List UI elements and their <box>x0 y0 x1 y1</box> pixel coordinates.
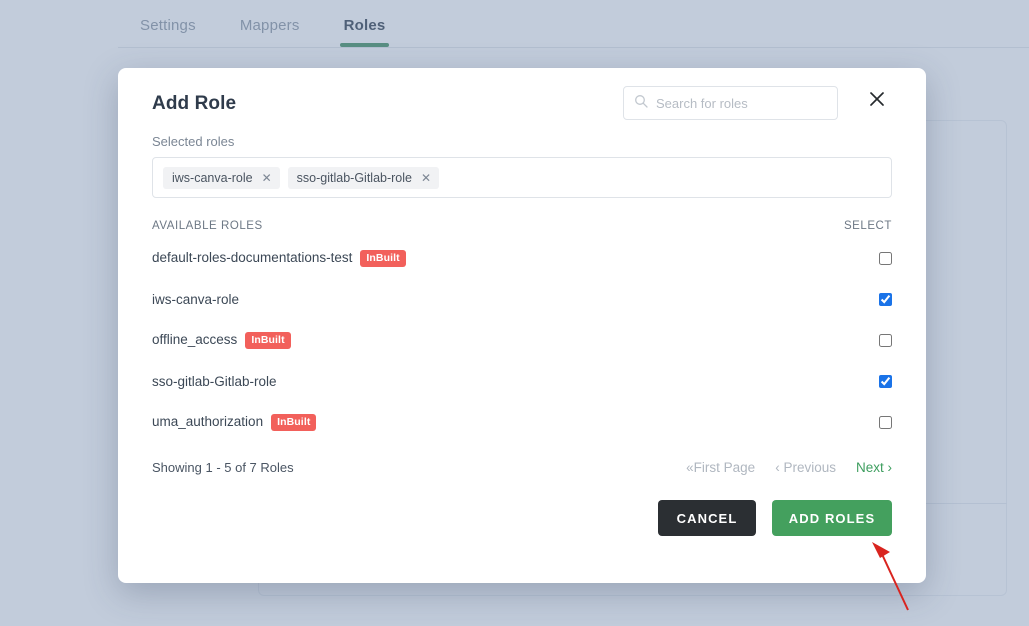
previous-page-button[interactable]: ‹ Previous <box>775 460 836 475</box>
first-page-label: First Page <box>693 460 756 475</box>
column-available-roles: AVAILABLE ROLES <box>152 220 263 232</box>
role-name: offline_access InBuilt <box>152 332 291 349</box>
available-roles-list: default-roles-documentations-test InBuilt… <box>152 238 892 443</box>
search-icon <box>634 94 648 113</box>
role-checkbox[interactable] <box>879 416 892 429</box>
first-page-button[interactable]: «First Page <box>686 460 755 475</box>
chip-label: iws-canva-role <box>172 170 253 185</box>
add-roles-button[interactable]: ADD ROLES <box>772 500 892 536</box>
table-row[interactable]: sso-gitlab-Gitlab-role <box>152 361 892 402</box>
table-header: AVAILABLE ROLES SELECT <box>152 220 892 232</box>
chip-remove-icon[interactable]: ✕ <box>262 172 272 184</box>
chevron-right-icon: › <box>883 460 893 475</box>
role-label: sso-gitlab-Gitlab-role <box>152 374 277 389</box>
role-name: default-roles-documentations-test InBuilt <box>152 250 406 267</box>
dialog-header: Add Role <box>152 68 892 140</box>
inbuilt-badge: InBuilt <box>360 250 406 267</box>
selected-role-chip[interactable]: iws-canva-role ✕ <box>163 166 280 189</box>
role-name: sso-gitlab-Gitlab-role <box>152 374 277 389</box>
role-label: iws-canva-role <box>152 292 240 307</box>
next-page-button[interactable]: Next › <box>856 460 892 475</box>
table-row[interactable]: default-roles-documentations-test InBuilt <box>152 238 892 279</box>
search-input[interactable] <box>656 95 832 111</box>
dialog-title: Add Role <box>152 93 237 114</box>
inbuilt-badge: InBuilt <box>271 414 317 431</box>
showing-count: Showing 1 - 5 of 7 Roles <box>152 460 294 475</box>
column-select: SELECT <box>843 220 892 232</box>
role-label: offline_access <box>152 332 238 347</box>
selected-role-chip[interactable]: sso-gitlab-Gitlab-role ✕ <box>287 166 440 189</box>
pagination: Showing 1 - 5 of 7 Roles «First Page ‹ P… <box>152 460 892 475</box>
table-row[interactable]: uma_authorization InBuilt <box>152 402 892 443</box>
table-row[interactable]: offline_access InBuilt <box>152 320 892 361</box>
add-role-dialog: Add Role Selected roles iws-canva-role ✕… <box>118 68 926 583</box>
selected-roles-field[interactable]: iws-canva-role ✕ sso-gitlab-Gitlab-role … <box>152 157 892 198</box>
role-checkbox[interactable] <box>879 293 892 306</box>
inbuilt-badge: InBuilt <box>245 332 291 349</box>
close-icon[interactable] <box>862 84 892 114</box>
table-row[interactable]: iws-canva-role <box>152 279 892 320</box>
role-checkbox[interactable] <box>879 375 892 388</box>
double-chevron-left-icon: « <box>686 460 694 475</box>
role-name: iws-canva-role <box>152 292 239 307</box>
search-box[interactable] <box>623 86 838 120</box>
role-name: uma_authorization InBuilt <box>152 414 317 431</box>
chip-remove-icon[interactable]: ✕ <box>421 172 431 184</box>
dialog-actions: CANCEL ADD ROLES <box>152 500 892 536</box>
pagination-links: «First Page ‹ Previous Next › <box>686 460 892 475</box>
cancel-button[interactable]: CANCEL <box>658 500 756 536</box>
chip-label: sso-gitlab-Gitlab-role <box>296 170 412 185</box>
previous-label: Previous <box>783 460 836 475</box>
role-checkbox[interactable] <box>879 252 892 265</box>
role-checkbox[interactable] <box>879 334 892 347</box>
role-label: default-roles-documentations-test <box>152 250 353 265</box>
role-label: uma_authorization <box>152 414 264 429</box>
next-label: Next <box>855 460 884 475</box>
